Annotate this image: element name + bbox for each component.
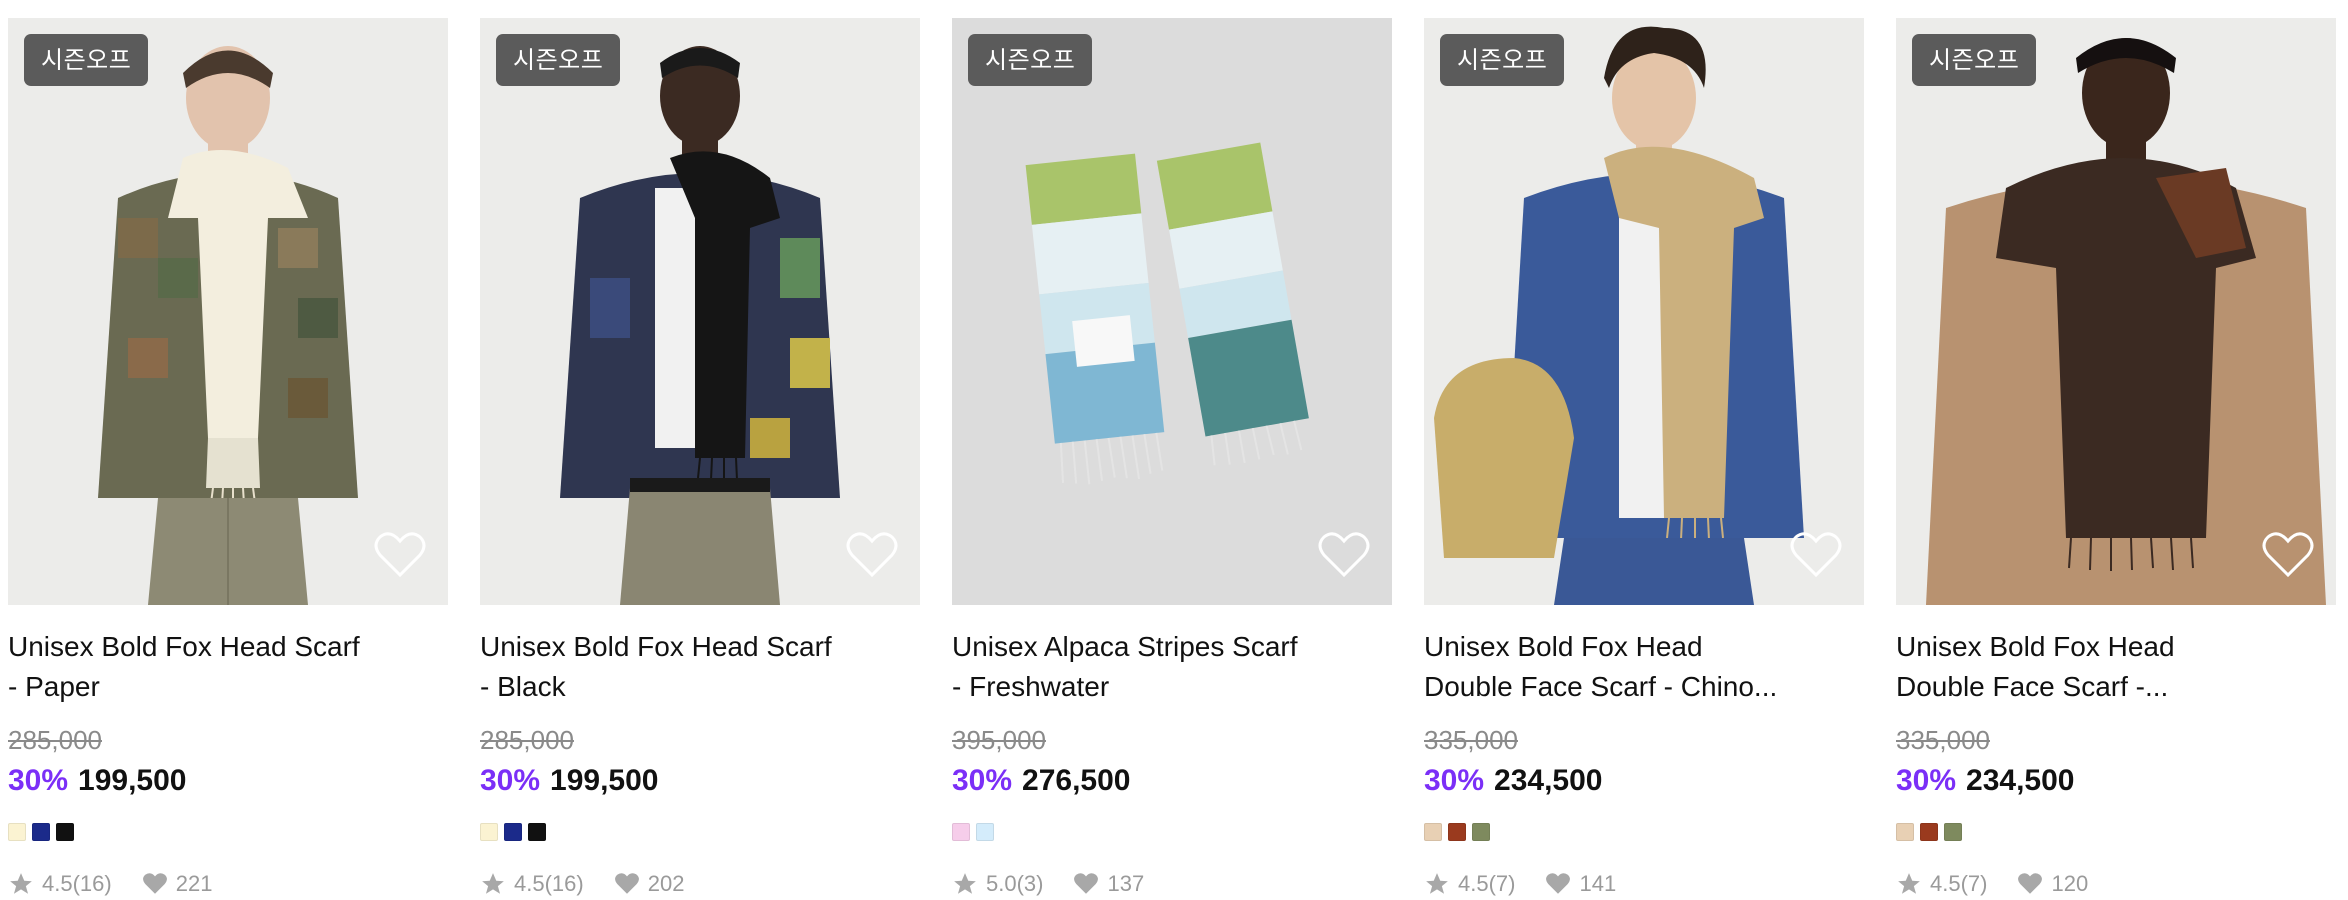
sale-price-line: 30% 199,500 <box>8 763 448 799</box>
product-card[interactable]: 시즌오프 Unisex Bold Fox Head Scarf - Paper … <box>8 18 448 897</box>
rating-value: 4.5(16) <box>42 871 112 896</box>
color-swatches <box>1896 823 2336 841</box>
season-off-badge: 시즌오프 <box>968 34 1093 86</box>
original-price: 335,000 <box>1896 725 1990 755</box>
product-stats: 4.5(7) 120 <box>1896 871 2336 897</box>
sale-price-line: 30% 276,500 <box>952 763 1392 799</box>
heart-filled-icon <box>2018 873 2043 894</box>
rating-value: 5.0(3) <box>986 871 1044 896</box>
color-swatch[interactable] <box>56 823 74 841</box>
sale-price-line: 30% 199,500 <box>480 763 920 799</box>
product-image[interactable]: 시즌오프 <box>1424 18 1864 605</box>
sale-price: 199,500 <box>550 764 659 797</box>
heart-outline-icon[interactable] <box>1318 531 1370 579</box>
sale-price-line: 30% 234,500 <box>1424 763 1864 799</box>
discount-rate: 30% <box>952 764 1013 797</box>
sale-price: 199,500 <box>78 764 187 797</box>
product-stats: 5.0(3) 137 <box>952 871 1392 897</box>
product-title[interactable]: Unisex Bold Fox Head Scarf - Paper <box>8 627 408 707</box>
discount-rate: 30% <box>1424 764 1485 797</box>
discount-rate: 30% <box>480 764 541 797</box>
color-swatch[interactable] <box>1448 823 1466 841</box>
sale-price: 234,500 <box>1966 764 2075 797</box>
product-title[interactable]: Unisex Bold Fox Head Double Face Scarf -… <box>1424 627 1824 707</box>
product-image[interactable]: 시즌오프 <box>1896 18 2336 605</box>
color-swatch[interactable] <box>1896 823 1914 841</box>
discount-rate: 30% <box>1896 764 1957 797</box>
rating-value: 4.5(16) <box>514 871 584 896</box>
season-off-badge: 시즌오프 <box>24 34 149 86</box>
color-swatch[interactable] <box>32 823 50 841</box>
color-swatches <box>8 823 448 841</box>
product-card[interactable]: 시즌오프 Unisex Bold Fox Head Double Face Sc… <box>1896 18 2336 897</box>
star-icon <box>954 873 976 894</box>
color-swatches <box>952 823 1392 841</box>
discount-rate: 30% <box>8 764 69 797</box>
product-grid: 시즌오프 Unisex Bold Fox Head Scarf - Paper … <box>8 18 2336 897</box>
color-swatch[interactable] <box>1944 823 1962 841</box>
star-icon <box>1898 873 1920 894</box>
likes-count: 120 <box>2051 871 2089 896</box>
star-icon <box>482 873 504 894</box>
original-price: 335,000 <box>1424 725 1518 755</box>
color-swatch[interactable] <box>1424 823 1442 841</box>
original-price: 285,000 <box>480 725 574 755</box>
likes-count: 221 <box>175 871 213 896</box>
product-photo <box>952 18 1392 605</box>
color-swatches <box>1424 823 1864 841</box>
rating-value: 4.5(7) <box>1930 871 1988 896</box>
product-card[interactable]: 시즌오프 Unisex Alpaca Stripes Scarf - Fresh… <box>952 18 1392 897</box>
heart-outline-icon[interactable] <box>374 531 426 579</box>
color-swatch[interactable] <box>528 823 546 841</box>
product-stats: 4.5(16) 221 <box>8 871 448 897</box>
likes-count: 141 <box>1579 871 1617 896</box>
color-swatch[interactable] <box>976 823 994 841</box>
model-photo <box>1424 18 1864 605</box>
sale-price: 276,500 <box>1022 764 1131 797</box>
likes-count: 202 <box>647 871 685 896</box>
color-swatch[interactable] <box>1920 823 1938 841</box>
color-swatch[interactable] <box>1472 823 1490 841</box>
heart-outline-icon[interactable] <box>846 531 898 579</box>
heart-filled-icon <box>1546 873 1571 894</box>
color-swatches <box>480 823 920 841</box>
likes-count: 137 <box>1107 871 1145 896</box>
product-image[interactable]: 시즌오프 <box>8 18 448 605</box>
color-swatch[interactable] <box>504 823 522 841</box>
sale-price-line: 30% 234,500 <box>1896 763 2336 799</box>
product-card[interactable]: 시즌오프 Unisex Bold Fox Head Double Face Sc… <box>1424 18 1864 897</box>
color-swatch[interactable] <box>8 823 26 841</box>
star-icon <box>1426 873 1448 894</box>
model-photo <box>480 18 920 605</box>
rating-value: 4.5(7) <box>1458 871 1516 896</box>
product-card[interactable]: 시즌오프 Unisex Bold Fox Head Scarf - Black … <box>480 18 920 897</box>
star-icon <box>10 873 32 894</box>
heart-filled-icon <box>614 873 639 894</box>
model-photo <box>8 18 448 605</box>
product-stats: 4.5(7) 141 <box>1424 871 1864 897</box>
color-swatch[interactable] <box>480 823 498 841</box>
product-image[interactable]: 시즌오프 <box>952 18 1392 605</box>
color-swatch[interactable] <box>952 823 970 841</box>
product-title[interactable]: Unisex Alpaca Stripes Scarf - Freshwater <box>952 627 1352 707</box>
season-off-badge: 시즌오프 <box>496 34 621 86</box>
season-off-badge: 시즌오프 <box>1912 34 2037 86</box>
product-title[interactable]: Unisex Bold Fox Head Double Face Scarf -… <box>1896 627 2296 707</box>
product-stats: 4.5(16) 202 <box>480 871 920 897</box>
heart-outline-icon[interactable] <box>1790 531 1842 579</box>
original-price: 285,000 <box>8 725 102 755</box>
heart-outline-icon[interactable] <box>2262 531 2314 579</box>
heart-filled-icon <box>1074 873 1099 894</box>
heart-filled-icon <box>142 873 167 894</box>
product-image[interactable]: 시즌오프 <box>480 18 920 605</box>
original-price: 395,000 <box>952 725 1046 755</box>
season-off-badge: 시즌오프 <box>1440 34 1565 86</box>
sale-price: 234,500 <box>1494 764 1603 797</box>
product-title[interactable]: Unisex Bold Fox Head Scarf - Black <box>480 627 880 707</box>
model-photo <box>1896 18 2336 605</box>
